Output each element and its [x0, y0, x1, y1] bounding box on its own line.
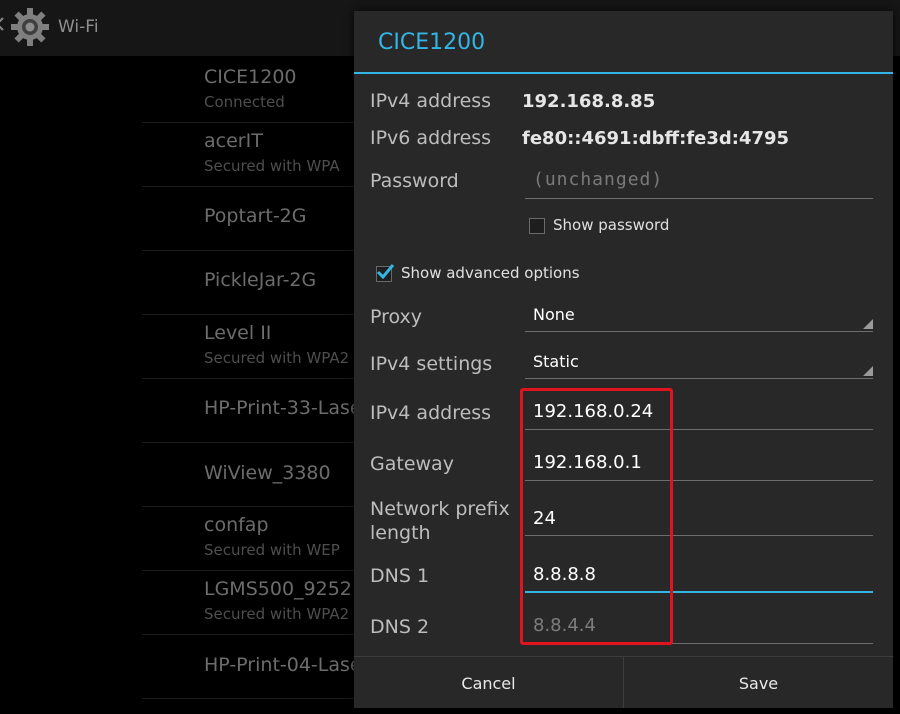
dns2-label: DNS 2 [370, 616, 430, 638]
show-password-label: Show password [553, 216, 670, 234]
wifi-network-name: CICE1200 [204, 66, 297, 88]
proxy-label: Proxy [370, 306, 423, 328]
show-advanced-checkbox[interactable] [376, 264, 394, 282]
ipv4-settings-spinner[interactable]: Static [525, 348, 873, 379]
ipv4-settings-label: IPv4 settings [370, 353, 493, 375]
wifi-network-name: Poptart-2G [204, 205, 307, 227]
screen-title: Wi-Fi [58, 17, 99, 37]
dropdown-arrow-icon [863, 319, 873, 329]
wifi-network-status: Connected [204, 93, 285, 111]
wifi-network-name: confap [204, 514, 269, 536]
dropdown-arrow-icon [863, 366, 873, 376]
ipv4-info-label: IPv4 address [370, 90, 492, 112]
gear-icon[interactable] [10, 7, 50, 47]
show-password-checkbox[interactable] [529, 218, 545, 234]
wifi-config-dialog: CICE1200 IPv4 address 192.168.8.85 IPv6 … [354, 11, 893, 708]
back-chevron-icon[interactable] [0, 17, 4, 31]
wifi-network-name: WiView_3380 [204, 462, 331, 484]
ipv4-info-value: 192.168.8.85 [522, 91, 656, 112]
wifi-network-name: HP-Print-33-Lase [204, 397, 362, 419]
ipv6-info-label: IPv6 address [370, 127, 492, 149]
dialog-button-bar: Cancel Save [354, 656, 893, 708]
wifi-network-status: Secured with WPA2 (W [204, 349, 375, 367]
password-field[interactable]: (unchanged) [525, 166, 873, 199]
wifi-network-name: acerIT [204, 130, 263, 152]
wifi-network-status: Secured with WPA [204, 157, 340, 175]
checkmark-icon [376, 264, 394, 279]
password-label: Password [370, 170, 459, 192]
wifi-network-status: Secured with WPA2 [204, 605, 350, 623]
wifi-network-name: Level II [204, 322, 272, 344]
wifi-network-name: LGMS500_9252 [204, 578, 352, 600]
password-placeholder: (unchanged) [533, 169, 664, 190]
title-divider [354, 72, 893, 74]
cancel-button[interactable]: Cancel [354, 657, 623, 708]
prefix-length-label-2: length [370, 522, 431, 544]
save-button[interactable]: Save [624, 657, 893, 708]
wifi-network-name: PickleJar-2G [204, 269, 317, 291]
ipv4-settings-value: Static [533, 352, 579, 371]
highlight-box [520, 388, 673, 645]
dns1-label: DNS 1 [370, 565, 430, 587]
ip-address-label: IPv4 address [370, 402, 492, 424]
ipv6-info-value: fe80::4691:dbff:fe3d:4795 [522, 128, 790, 149]
wifi-network-name: HP-Print-04-Lase [204, 654, 362, 676]
proxy-value: None [533, 305, 575, 324]
dialog-title: CICE1200 [378, 30, 486, 55]
gateway-label: Gateway [370, 453, 454, 475]
show-advanced-label: Show advanced options [401, 264, 580, 282]
proxy-spinner[interactable]: None [525, 301, 873, 332]
prefix-length-label: Network prefix [370, 498, 510, 520]
wifi-network-status: Secured with WEP [204, 541, 340, 559]
